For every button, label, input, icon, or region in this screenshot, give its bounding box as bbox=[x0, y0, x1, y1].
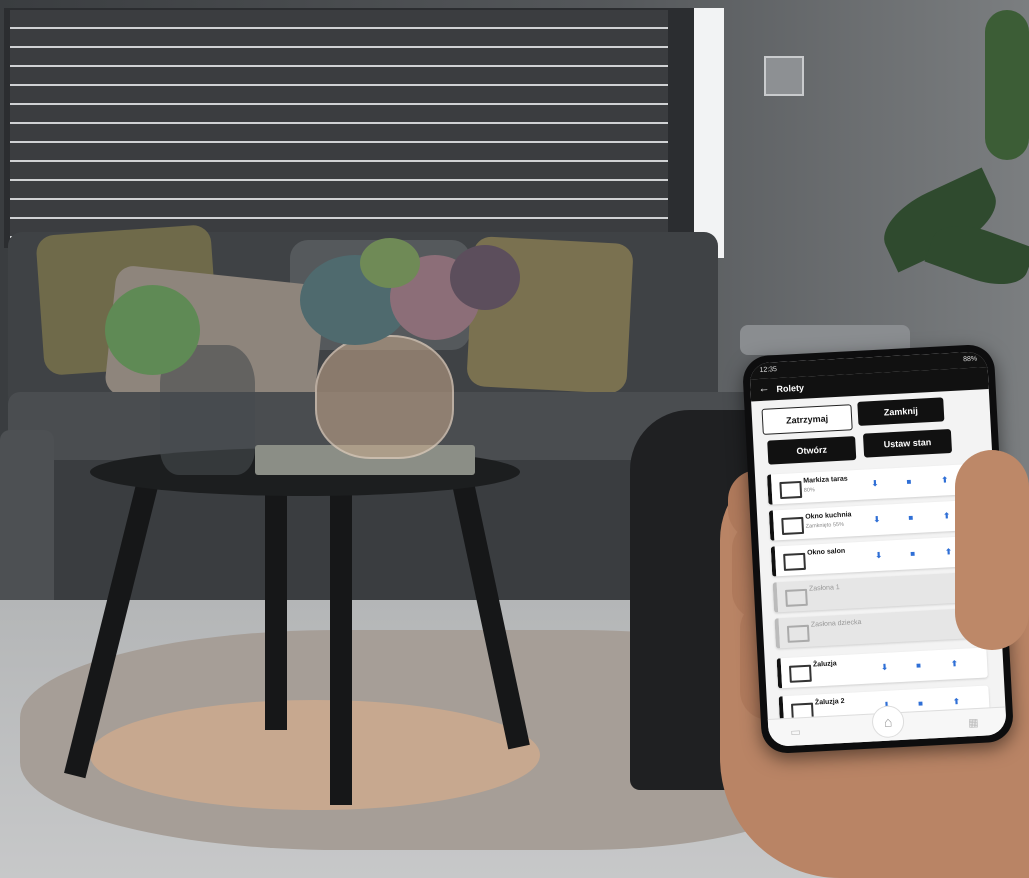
device-status: 80% bbox=[803, 487, 816, 494]
stop-icon[interactable]: ■ bbox=[916, 661, 921, 670]
arrow-left-icon[interactable]: ← bbox=[758, 382, 770, 395]
device-card[interactable]: Okno kuchnia Zamknięto 55% ⬇ ■ ⬆ bbox=[768, 499, 981, 541]
up-arrow-icon[interactable]: ⬆ bbox=[951, 659, 958, 668]
hydrangea bbox=[105, 285, 200, 375]
hydrangea bbox=[450, 245, 520, 310]
hydrangea bbox=[360, 238, 420, 288]
light-switch bbox=[764, 56, 804, 96]
set-state-button[interactable]: Ustaw stan bbox=[862, 429, 953, 458]
roller-blind bbox=[10, 10, 668, 246]
window-icon bbox=[783, 552, 806, 571]
table-leg bbox=[330, 495, 352, 805]
stop-all-button[interactable]: Zatrzymaj bbox=[761, 404, 853, 435]
device-name: Żaluzja bbox=[812, 660, 837, 669]
stop-icon[interactable]: ■ bbox=[908, 513, 913, 522]
awning-icon bbox=[779, 480, 803, 500]
blind-icon bbox=[788, 664, 812, 683]
device-card[interactable]: Okno salon ⬇ ■ ⬆ bbox=[770, 535, 983, 577]
device-card[interactable]: Żaluzja ⬇ ■ ⬆ bbox=[776, 647, 988, 689]
device-name: Okno kuchnia bbox=[805, 511, 852, 521]
device-name: Markiza taras bbox=[803, 475, 848, 485]
down-arrow-icon[interactable]: ⬇ bbox=[881, 663, 888, 672]
up-arrow-icon[interactable]: ⬆ bbox=[953, 697, 960, 706]
device-name: Zasłona 1 bbox=[808, 584, 840, 593]
thumb bbox=[955, 450, 1029, 650]
up-arrow-icon[interactable]: ⬆ bbox=[941, 475, 948, 484]
device-name: Zasłona dziecka bbox=[810, 618, 862, 629]
page-title: Rolety bbox=[776, 382, 805, 395]
down-arrow-icon[interactable]: ⬇ bbox=[873, 515, 880, 524]
stop-icon[interactable]: ■ bbox=[918, 699, 923, 708]
down-arrow-icon[interactable]: ⬇ bbox=[871, 479, 878, 488]
device-status: Zamknięto 55% bbox=[805, 521, 845, 530]
plant-leaf bbox=[985, 10, 1029, 160]
stop-icon[interactable]: ■ bbox=[910, 549, 915, 558]
device-name: Żaluzja 2 bbox=[814, 697, 845, 707]
device-card[interactable]: Markiza taras 80% ⬇ ■ ⬆ bbox=[766, 463, 979, 505]
close-all-button[interactable]: Zamknij bbox=[857, 397, 945, 426]
up-arrow-icon[interactable]: ⬆ bbox=[945, 547, 952, 556]
rug-pattern bbox=[90, 700, 540, 810]
device-card[interactable]: Zasłona 1⋮ bbox=[772, 571, 984, 613]
status-time: 12:35 bbox=[759, 366, 778, 374]
glass-vase bbox=[315, 335, 454, 459]
up-arrow-icon[interactable]: ⬆ bbox=[943, 511, 950, 520]
home-icon[interactable]: ⌂ bbox=[871, 704, 905, 739]
open-all-button[interactable]: Otwórz bbox=[767, 436, 857, 465]
device-name: Okno salon bbox=[806, 547, 846, 557]
battery-level: 88% bbox=[963, 355, 978, 364]
curtain-icon bbox=[786, 624, 810, 643]
down-arrow-icon[interactable]: ⬇ bbox=[875, 551, 882, 560]
stop-icon[interactable]: ■ bbox=[906, 477, 911, 486]
photo-scene: 12:35 88% ← Rolety Zatrzymaj Zamknij Otw… bbox=[0, 0, 1029, 878]
window-icon bbox=[781, 516, 805, 535]
table-leg bbox=[265, 490, 287, 730]
curtain-icon bbox=[785, 588, 808, 607]
window-reveal bbox=[694, 8, 724, 258]
nav-left-icon[interactable]: ▭ bbox=[790, 725, 801, 739]
nav-right-icon[interactable]: ▦ bbox=[968, 716, 979, 730]
